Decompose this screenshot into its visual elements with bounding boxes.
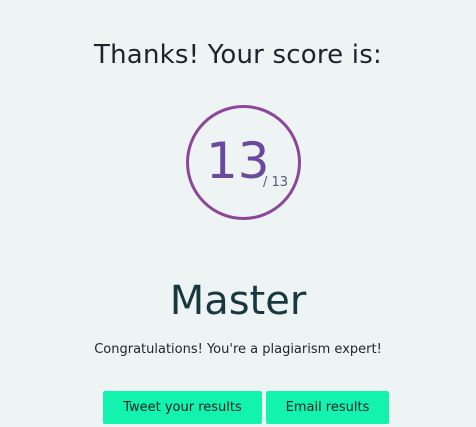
score-total: / 13: [263, 175, 289, 190]
email-results-button[interactable]: Email results: [266, 391, 389, 424]
score-value: 13: [206, 132, 270, 190]
result-heading: Thanks! Your score is:: [94, 40, 382, 70]
result-message: Congratulations! You're a plagiarism exp…: [94, 342, 382, 357]
rank-title: Master: [169, 278, 307, 324]
tweet-results-button[interactable]: Tweet your results: [103, 391, 262, 424]
